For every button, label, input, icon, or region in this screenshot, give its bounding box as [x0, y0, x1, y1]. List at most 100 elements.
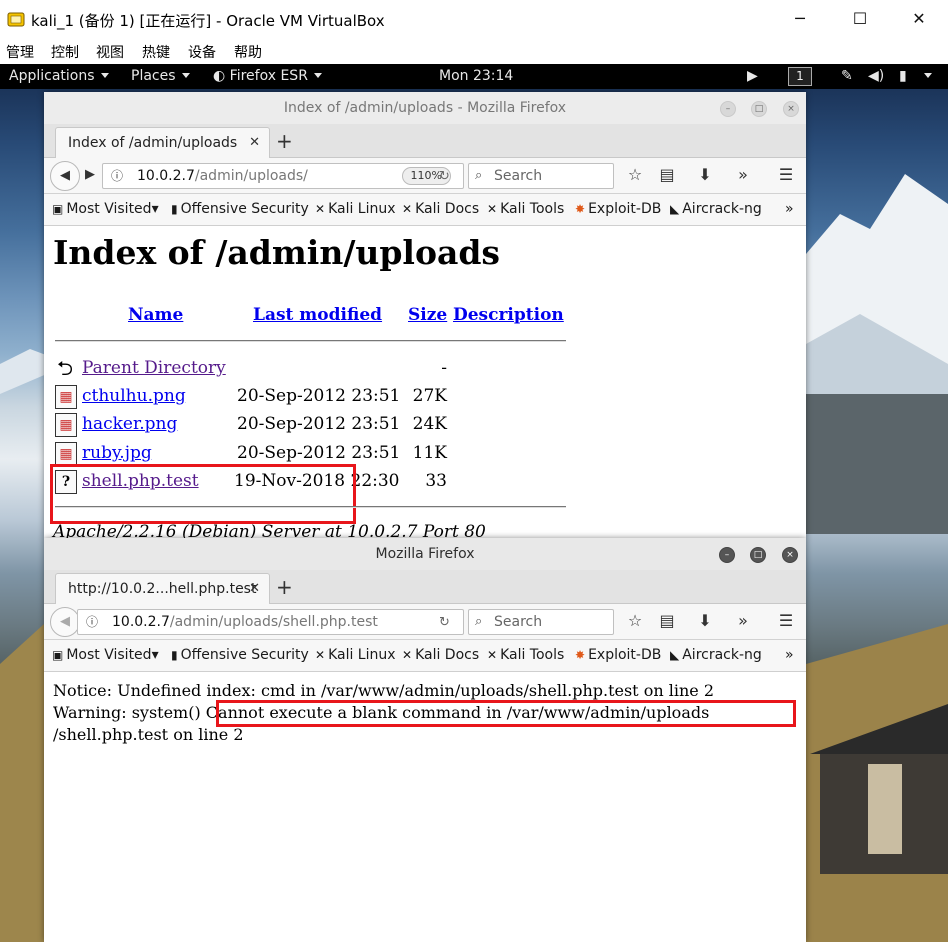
reload-icon[interactable]: ↻ — [439, 169, 450, 184]
bookmark-exploit-db[interactable]: ✸ Exploit-DB — [575, 647, 661, 663]
warning-message-continued: /shell.php.test on line 2 — [53, 725, 244, 744]
bookmark-most-visited[interactable]: ▣ Most Visited▾ — [52, 647, 159, 663]
bookmark-star-icon[interactable]: ☆ — [624, 164, 646, 186]
window-title: Mozilla Firefox — [375, 546, 475, 562]
minimize-button[interactable]: ─ — [788, 8, 812, 30]
hamburger-menu-icon[interactable]: ☰ — [775, 610, 797, 632]
virtualbox-app-icon — [7, 12, 25, 27]
bookmark-most-visited[interactable]: ▣ Most Visited▾ — [52, 201, 159, 217]
bookmark-kali-tools[interactable]: ✕ Kali Tools — [487, 201, 564, 217]
bookmark-aircrack-ng[interactable]: ◣ Aircrack-ng — [670, 647, 762, 663]
battery-icon[interactable]: ▮ — [899, 68, 907, 84]
reload-icon[interactable]: ↻ — [439, 615, 450, 630]
bookmark-exploit-db[interactable]: ✸ Exploit-DB — [575, 201, 661, 217]
window-close-button[interactable]: × — [782, 547, 798, 563]
firefox-small-icon: ◐ — [213, 68, 226, 84]
bookmark-offensive-security[interactable]: ▮ Offensive Security — [171, 201, 309, 217]
window-titlebar: Index of /admin/uploads - Mozilla Firefo… — [44, 92, 806, 124]
column-name-link[interactable]: Name — [128, 305, 183, 325]
notice-message: Notice: Undefined index: cmd in /var/www… — [53, 681, 714, 700]
kali-dragon-icon: ✕ — [487, 202, 498, 216]
window-title: Index of /admin/uploads - Mozilla Firefo… — [283, 100, 567, 116]
search-input[interactable]: ⌕ Search — [468, 163, 614, 189]
url-text: 10.0.2.7/admin/uploads/shell.php.test — [112, 614, 378, 630]
table-row: ⮌ Parent Directory - — [55, 357, 575, 381]
menu-control[interactable]: 控制 — [51, 42, 79, 62]
tab-strip: http://10.0.2...hell.php.test ✕ + — [44, 570, 806, 604]
image-file-icon: ▦ — [55, 413, 77, 437]
url-bar[interactable]: ⓘ 10.0.2.7/admin/uploads/shell.php.test — [77, 609, 464, 635]
back-button[interactable]: ◀ — [50, 607, 80, 637]
exploit-db-icon: ✸ — [575, 648, 586, 662]
bookmark-aircrack-ng[interactable]: ◣ Aircrack-ng — [670, 201, 762, 217]
reading-list-icon[interactable]: ▤ — [656, 164, 678, 186]
firefox-app-menu[interactable]: ◐ Firefox ESR — [213, 68, 322, 84]
bookmark-kali-docs[interactable]: ✕ Kali Docs — [402, 201, 479, 217]
window-maximize-button[interactable]: □ — [750, 547, 766, 563]
bookmark-kali-linux[interactable]: ✕ Kali Linux — [315, 647, 396, 663]
tab-close-icon[interactable]: ✕ — [249, 135, 260, 150]
firefox-window-index: Index of /admin/uploads - Mozilla Firefo… — [44, 92, 806, 538]
volume-icon[interactable]: ◀) — [868, 68, 884, 84]
window-close-button[interactable]: × — [783, 101, 799, 117]
aircrack-icon: ◣ — [670, 648, 680, 662]
new-tab-button[interactable]: + — [276, 129, 293, 153]
close-button[interactable]: ✕ — [907, 8, 931, 30]
menu-help[interactable]: 帮助 — [234, 42, 262, 62]
new-tab-button[interactable]: + — [276, 575, 293, 599]
bookmark-kali-tools[interactable]: ✕ Kali Tools — [487, 647, 564, 663]
window-minimize-button[interactable]: – — [720, 101, 736, 117]
column-size-link[interactable]: Size — [408, 305, 447, 325]
site-info-icon[interactable]: ⓘ — [86, 610, 98, 634]
forward-button[interactable]: ▶ — [80, 165, 100, 185]
url-text: 10.0.2.7/admin/uploads/ — [137, 168, 308, 184]
bookmark-kali-docs[interactable]: ✕ Kali Docs — [402, 647, 479, 663]
column-description-link[interactable]: Description — [453, 305, 564, 325]
file-link[interactable]: Parent Directory — [82, 358, 226, 378]
file-link[interactable]: ruby.jpg — [82, 443, 152, 463]
navigation-toolbar: ◀ ⓘ 10.0.2.7/admin/uploads/shell.php.tes… — [44, 604, 806, 640]
tab-close-icon[interactable]: ✕ — [249, 581, 260, 596]
bookmark-star-icon[interactable]: ☆ — [624, 610, 646, 632]
folder-icon: ▣ — [52, 202, 64, 216]
back-button[interactable]: ◀ — [50, 161, 80, 191]
url-bar[interactable]: ⓘ 10.0.2.7/admin/uploads/ 110% — [102, 163, 464, 189]
bookmarks-overflow-icon[interactable]: » — [785, 201, 794, 217]
downloads-icon[interactable]: ⬇ — [694, 610, 716, 632]
file-size: 27K — [412, 386, 447, 406]
camera-icon[interactable]: ▶ — [747, 68, 758, 84]
overflow-icon[interactable]: » — [732, 164, 754, 186]
site-info-icon[interactable]: ⓘ — [111, 164, 123, 188]
reading-list-icon[interactable]: ▤ — [656, 610, 678, 632]
bookmark-offensive-security[interactable]: ▮ Offensive Security — [171, 647, 309, 663]
menu-hotkeys[interactable]: 热键 — [142, 42, 170, 62]
file-link[interactable]: hacker.png — [82, 414, 177, 434]
clock[interactable]: Mon 23:14 — [439, 68, 513, 84]
window-minimize-button[interactable]: – — [719, 547, 735, 563]
downloads-icon[interactable]: ⬇ — [694, 164, 716, 186]
kali-dragon-icon: ✕ — [315, 648, 326, 662]
places-menu[interactable]: Places — [131, 68, 190, 84]
overflow-icon[interactable]: » — [732, 610, 754, 632]
bookmark-kali-linux[interactable]: ✕ Kali Linux — [315, 201, 396, 217]
applications-menu[interactable]: Applications — [9, 68, 109, 84]
kali-dragon-icon: ✕ — [402, 648, 413, 662]
search-icon: ⌕ — [475, 168, 483, 183]
tab-shell[interactable]: http://10.0.2...hell.php.test ✕ — [55, 573, 270, 604]
column-last-modified-link[interactable]: Last modified — [253, 305, 382, 325]
file-link[interactable]: cthulhu.png — [82, 386, 186, 406]
file-date: 20-Sep-2012 23:51 — [237, 414, 401, 434]
search-input[interactable]: ⌕ Search — [468, 609, 614, 635]
workspace-indicator[interactable]: 1 — [788, 67, 812, 86]
tab-index[interactable]: Index of /admin/uploads ✕ — [55, 127, 270, 158]
hamburger-menu-icon[interactable]: ☰ — [775, 164, 797, 186]
maximize-button[interactable]: ☐ — [848, 8, 872, 30]
bookmarks-overflow-icon[interactable]: » — [785, 647, 794, 663]
menu-view[interactable]: 视图 — [96, 42, 124, 62]
menu-devices[interactable]: 设备 — [188, 42, 216, 62]
menu-manage[interactable]: 管理 — [6, 42, 34, 62]
system-menu-icon[interactable] — [924, 68, 932, 84]
window-maximize-button[interactable]: □ — [751, 101, 767, 117]
kali-desktop: Applications Places ◐ Firefox ESR Mon 23… — [0, 64, 948, 942]
screen-brush-icon[interactable]: ✎ — [841, 68, 853, 84]
